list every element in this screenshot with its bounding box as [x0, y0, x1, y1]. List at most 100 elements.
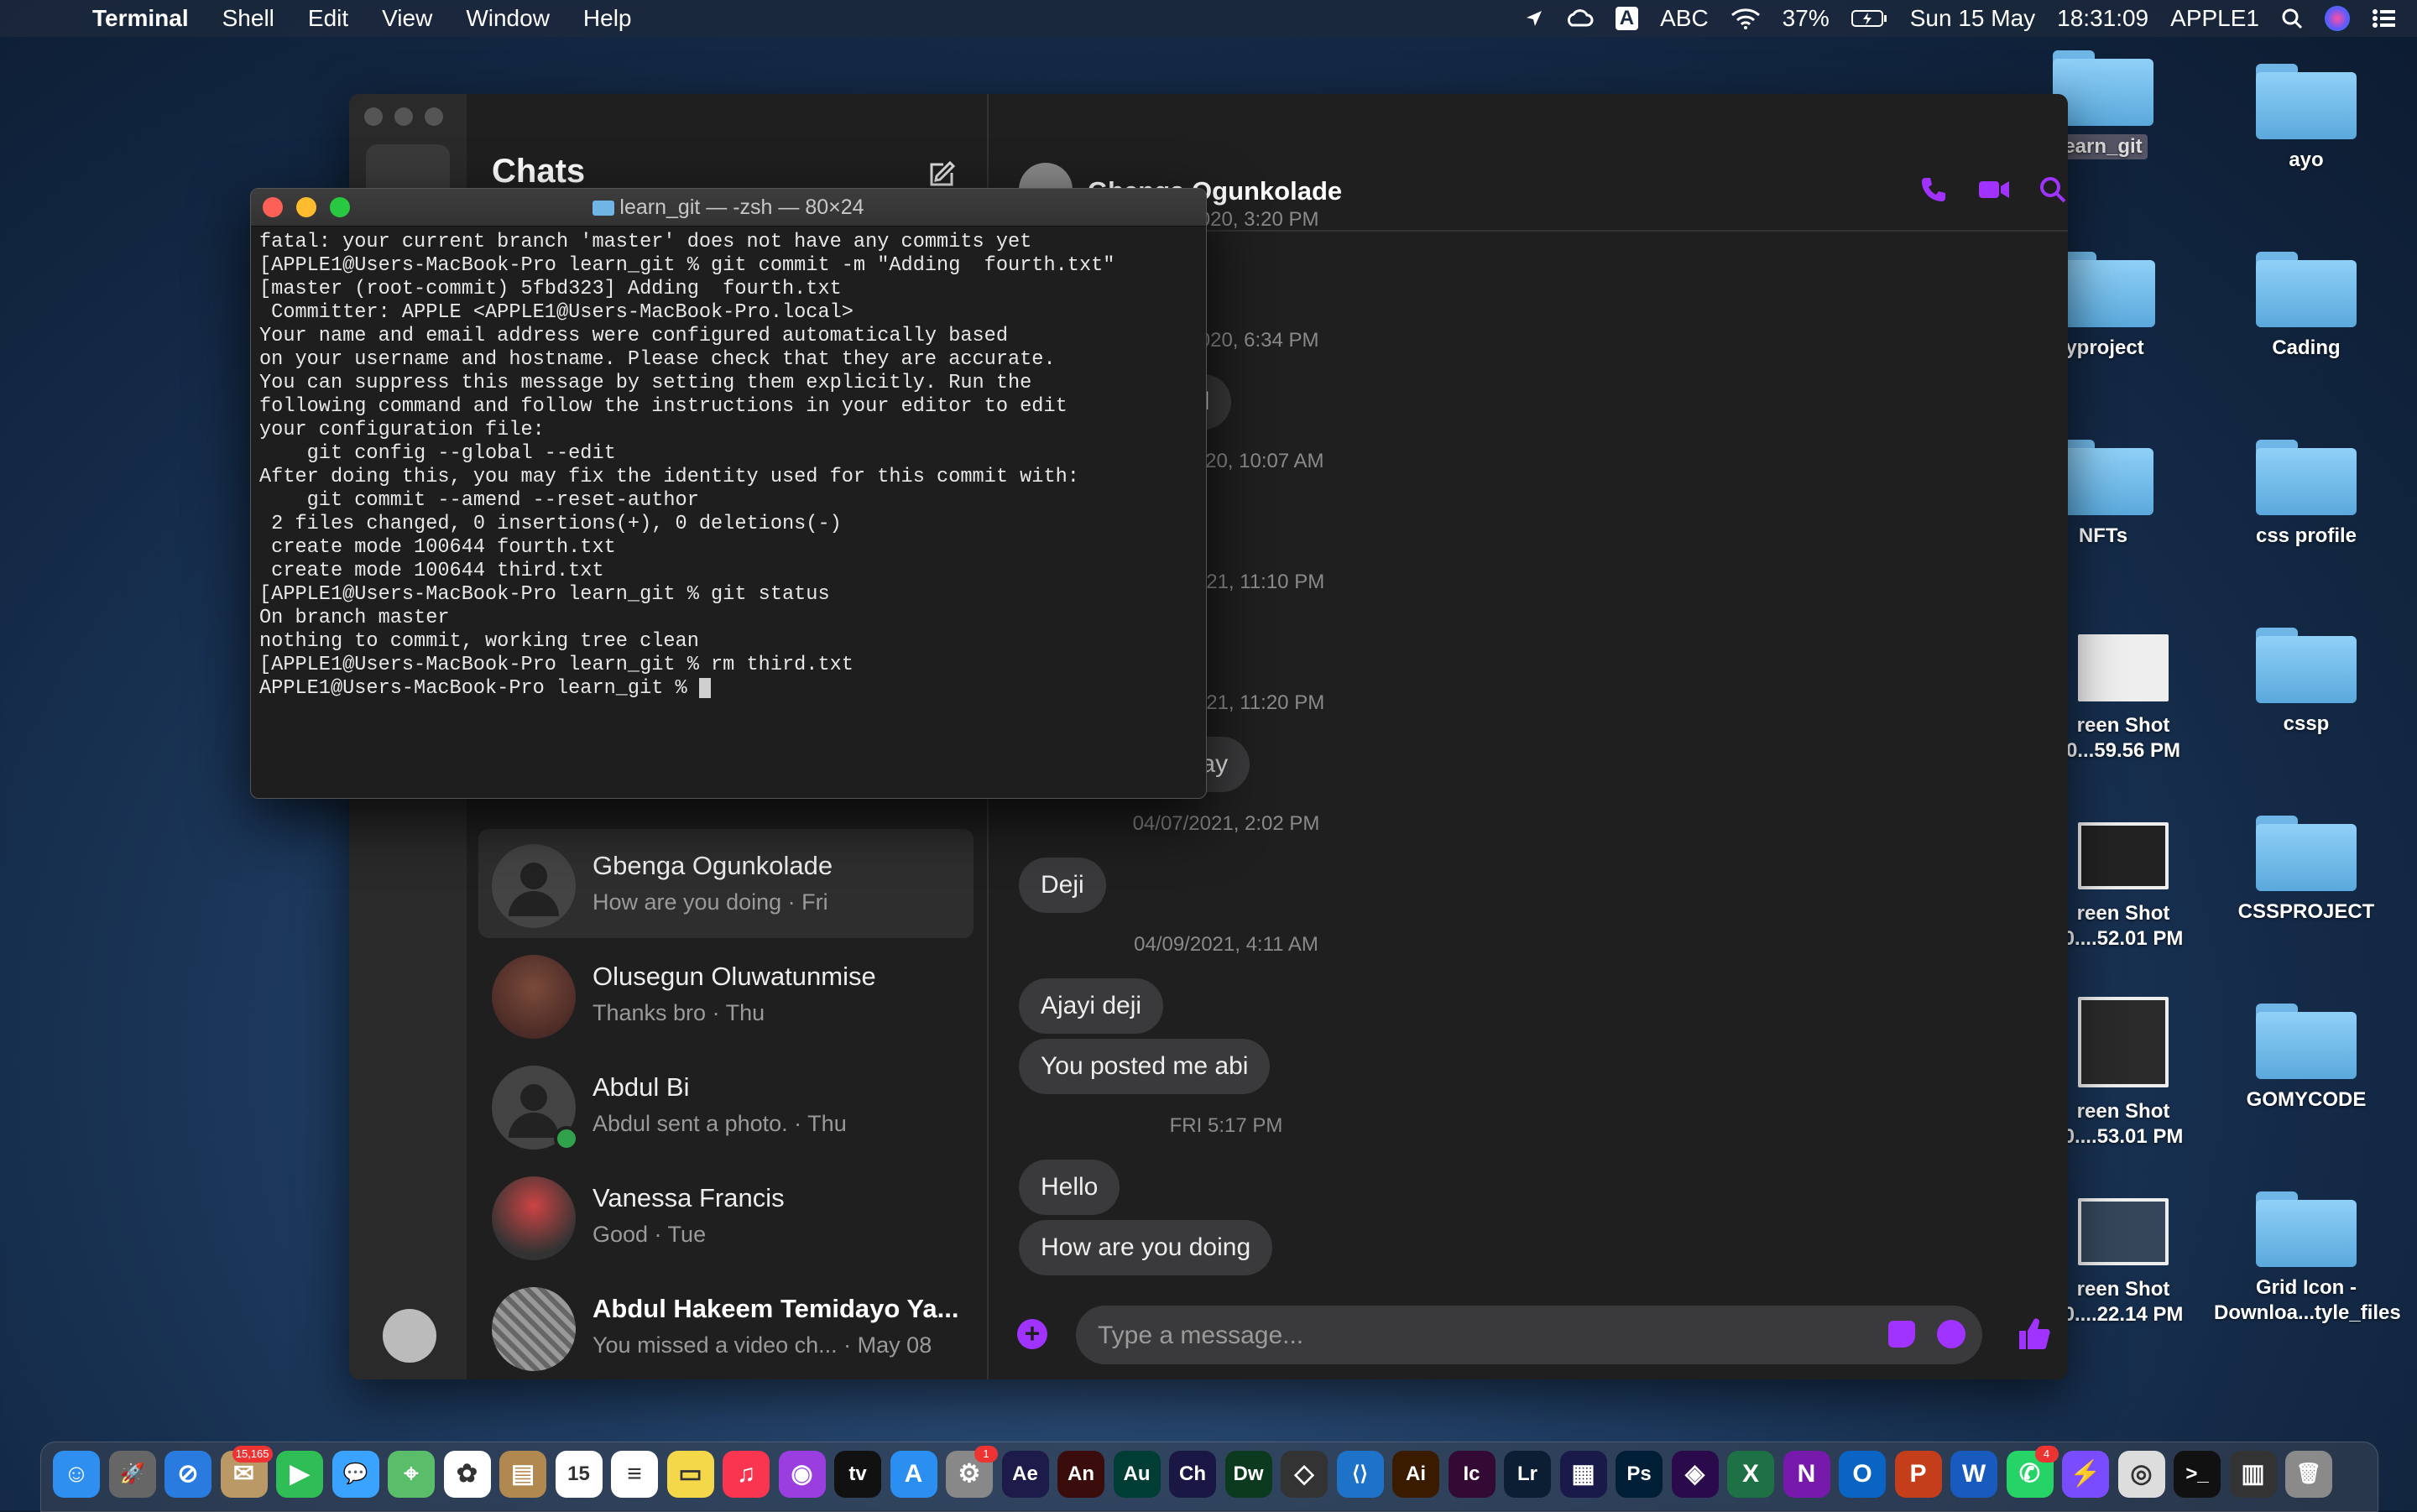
dock-lightroom-icon[interactable]: Lr [1504, 1451, 1551, 1498]
dock-glyph: 💬 [342, 1462, 368, 1485]
dock-glyph: ▭ [678, 1460, 702, 1488]
control-center-icon[interactable] [2372, 8, 2397, 29]
window-minimize-button[interactable] [394, 107, 413, 126]
emoji-icon[interactable] [1937, 1320, 1965, 1348]
dock-vscode-icon[interactable]: ⟨⟩ [1336, 1451, 1384, 1498]
dock-calendar-icon[interactable]: 15 [555, 1451, 603, 1498]
menubar-user[interactable]: APPLE1 [2170, 5, 2259, 32]
terminal-title-bar[interactable]: learn_git — -zsh — 80×24 [251, 189, 1206, 227]
dock-glyph: ⚙ [958, 1460, 981, 1488]
compose-icon[interactable] [927, 159, 957, 190]
video-call-icon[interactable] [1977, 175, 2009, 205]
desktop-folder-cading[interactable]: Cading [2214, 252, 2399, 361]
input-source-label[interactable]: ABC [1660, 5, 1709, 32]
menu-window[interactable]: Window [466, 5, 550, 32]
dock-outlook-icon[interactable]: O [1839, 1451, 1886, 1498]
online-status-dot [554, 1126, 579, 1151]
folder-icon [2256, 628, 2357, 703]
window-zoom-button[interactable] [425, 107, 443, 126]
dock-notes-icon[interactable]: ▭ [666, 1451, 714, 1498]
menu-help[interactable]: Help [583, 5, 632, 32]
dock-finder-icon[interactable]: ☺ [53, 1451, 100, 1498]
dock-safari-icon[interactable]: ⊘ [164, 1451, 211, 1498]
dock-app-store-icon[interactable]: A [890, 1451, 937, 1498]
dock-glyph: ▦ [1571, 1460, 1595, 1488]
dock-messages-icon[interactable]: 💬 [331, 1451, 379, 1498]
menu-app-name[interactable]: Terminal [92, 5, 189, 32]
desktop-folder-cssproject[interactable]: CSSPROJECT [2214, 816, 2399, 925]
creative-cloud-icon[interactable] [1565, 8, 1594, 29]
siri-icon[interactable] [2325, 6, 2350, 31]
dock-tv-icon[interactable]: tv [834, 1451, 881, 1498]
dock-powerpoint-icon[interactable]: P [1894, 1451, 1942, 1498]
dock-photoshop-icon[interactable]: Ps [1616, 1451, 1663, 1498]
menu-edit[interactable]: Edit [308, 5, 348, 32]
desktop-folder-gomycode[interactable]: GOMYCODE [2214, 1004, 2399, 1113]
dock-glyph: ♫ [736, 1460, 756, 1488]
chat-row-abdul-bi[interactable]: Abdul Bi Abdul sent a photo. · Thu [478, 1051, 974, 1160]
dock-glyph: ⊘ [177, 1460, 199, 1488]
dock-animate-icon[interactable]: An [1057, 1451, 1104, 1498]
dock-reminders-icon[interactable]: ≡ [611, 1451, 658, 1498]
window-close-button[interactable] [364, 107, 383, 126]
battery-icon[interactable] [1851, 9, 1888, 28]
menubar-date[interactable]: Sun 15 May [1910, 5, 2035, 32]
dock-messenger-icon[interactable]: ⚡ [2062, 1451, 2109, 1498]
dock-audition-icon[interactable]: Au [1113, 1451, 1161, 1498]
dock-media-encoder-icon[interactable]: ▦ [1559, 1451, 1607, 1498]
dock-after-effects-icon[interactable]: Ae [1001, 1451, 1049, 1498]
desktop-folder-ayo[interactable]: ayo [2214, 64, 2399, 173]
profile-avatar[interactable] [383, 1309, 436, 1363]
terminal-window[interactable]: learn_git — -zsh — 80×24 fatal: your cur… [250, 188, 1207, 799]
dock-podcasts-icon[interactable]: ◉ [778, 1451, 826, 1498]
like-thumbs-up-icon[interactable] [2016, 1316, 2053, 1353]
terminal-output[interactable]: fatal: your current branch 'master' does… [259, 231, 1199, 793]
dock-glyph: Dw [1233, 1462, 1264, 1485]
dock-contacts-icon[interactable]: ▤ [499, 1451, 546, 1498]
dock-character-animator-icon[interactable]: Ch [1169, 1451, 1216, 1498]
dock-mail-icon[interactable]: ✉ 15,165 [220, 1446, 273, 1498]
dock-system-preferences-icon[interactable]: ⚙ 1 [946, 1446, 998, 1498]
search-icon[interactable] [2038, 175, 2068, 205]
terminal-line: [master (root-commit) 5fbd323] Adding fo… [259, 278, 842, 300]
chat-row-abdul-hakeem[interactable]: Abdul Hakeem Temidayo Ya... You missed a… [478, 1272, 974, 1379]
location-icon [1525, 9, 1543, 28]
chat-row-gbenga[interactable]: Gbenga Ogunkolade How are you doing · Fr… [478, 829, 974, 938]
desktop-folder-css-profile[interactable]: css profile [2214, 440, 2399, 549]
dock-incopy-icon[interactable]: Ic [1448, 1451, 1496, 1498]
dock-chrome-icon[interactable]: ◎ [2117, 1451, 2165, 1498]
wifi-icon[interactable] [1731, 8, 1761, 29]
dock-terminal-icon[interactable]: >_ [2174, 1451, 2221, 1498]
desktop-folder-grid-icon[interactable]: Grid Icon - Downloa...tyle_files [2214, 1191, 2401, 1326]
dock-downloads-icon[interactable]: ▥ [2229, 1451, 2277, 1498]
dock-excel-icon[interactable]: X [1727, 1451, 1774, 1498]
dock-trash-icon[interactable]: 🗑 [2285, 1451, 2332, 1498]
dock-premiere-icon[interactable]: ◈ [1671, 1451, 1719, 1498]
dock-launchpad-icon[interactable]: 🚀 [108, 1451, 156, 1498]
add-attachment-icon[interactable]: + [1017, 1319, 1047, 1349]
sticker-icon[interactable] [1888, 1321, 1915, 1348]
dock-maps-icon[interactable]: ⌖ [388, 1451, 435, 1498]
desktop-folder-cssp[interactable]: cssp [2214, 628, 2399, 737]
voice-call-icon[interactable] [1918, 175, 1949, 205]
dock-glyph: ✉ [232, 1460, 255, 1488]
spotlight-search-icon[interactable] [2281, 8, 2303, 29]
menu-shell[interactable]: Shell [222, 5, 274, 32]
dock-word-icon[interactable]: W [1950, 1451, 1997, 1498]
dock-onenote-icon[interactable]: N [1783, 1451, 1830, 1498]
chat-row-vanessa[interactable]: Vanessa Francis Good · Tue [478, 1161, 974, 1270]
menu-view[interactable]: View [382, 5, 432, 32]
terminal-line: following command and follow the instruc… [259, 395, 1068, 418]
dock-photos-icon[interactable]: ✿ [443, 1451, 491, 1498]
menubar-time[interactable]: 18:31:09 [2057, 5, 2148, 32]
dock-facetime-icon[interactable]: ▶ [276, 1451, 323, 1498]
terminal-prompt-line[interactable]: APPLE1@Users-MacBook-Pro learn_git % [259, 677, 1199, 701]
dock-illustrator-icon[interactable]: Ai [1392, 1451, 1439, 1498]
input-source-badge[interactable]: A [1615, 7, 1639, 30]
dock-whatsapp-icon[interactable]: ✆ 4 [2006, 1446, 2059, 1498]
folder-icon [2054, 252, 2155, 327]
dock-music-icon[interactable]: ♫ [723, 1451, 770, 1498]
message-input[interactable] [1096, 1306, 1855, 1366]
dock-dreamweaver-icon[interactable]: Dw [1224, 1451, 1272, 1498]
dock-sketch-icon[interactable]: ◇ [1281, 1451, 1328, 1498]
